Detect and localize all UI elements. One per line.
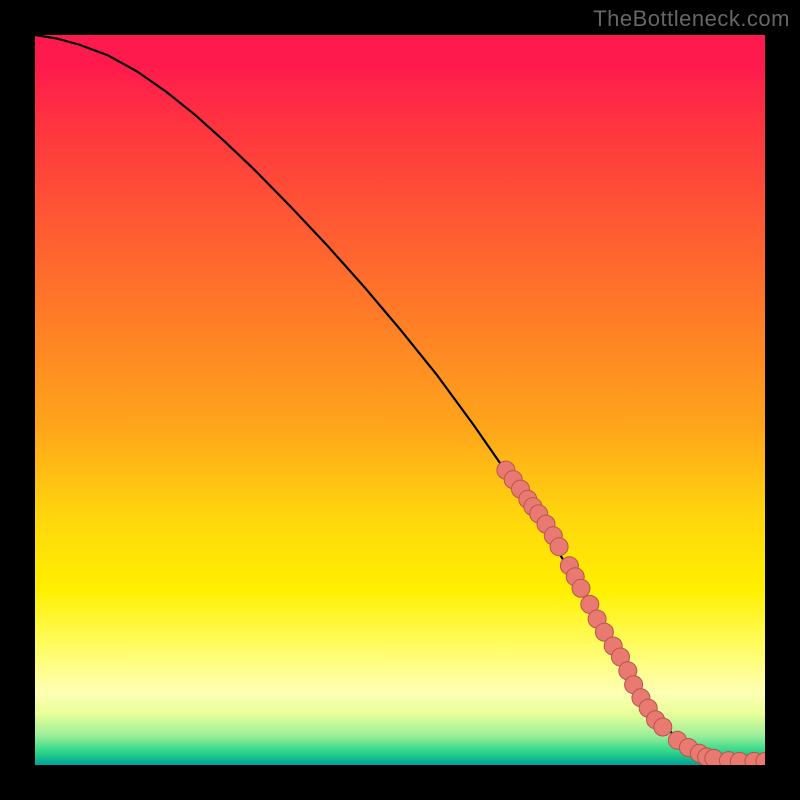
- chart-frame: TheBottleneck.com: [0, 0, 800, 800]
- bottleneck-curve: [35, 35, 765, 761]
- watermark-text: TheBottleneck.com: [593, 6, 790, 32]
- data-marker: [550, 538, 568, 556]
- data-marker: [572, 579, 590, 597]
- plot-area: [35, 35, 765, 765]
- data-markers: [497, 461, 765, 765]
- data-marker: [654, 718, 672, 736]
- chart-overlay: [35, 35, 765, 765]
